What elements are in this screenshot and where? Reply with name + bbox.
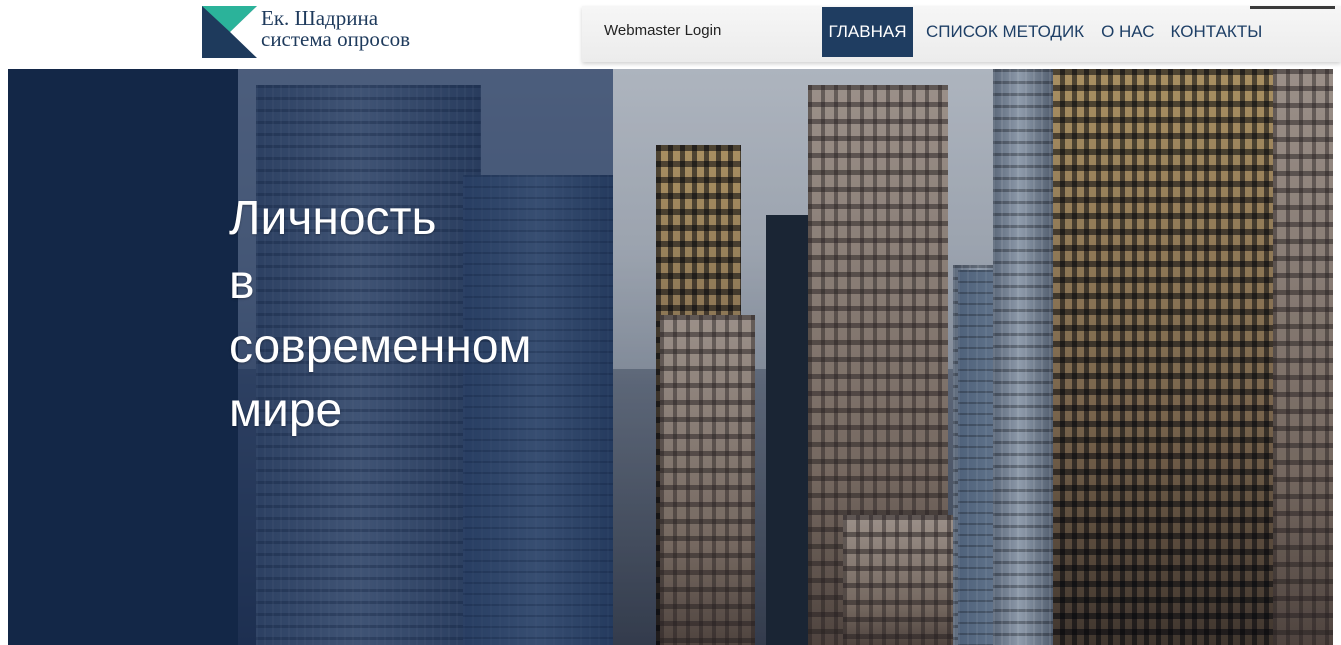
hero-title-line: Личность <box>229 192 437 245</box>
hero-title-line: в <box>229 256 255 309</box>
hero-title-line: мире <box>229 384 343 437</box>
logo-mark-icon <box>202 6 257 58</box>
hero-title-line: современном <box>229 320 532 373</box>
nav-item-methods[interactable]: СПИСОК МЕТОДИК <box>918 7 1092 57</box>
logo-line-1: Ек. Шадрина <box>261 6 379 30</box>
page: Ек. Шадрина система опросов Webmaster Lo… <box>0 0 1341 645</box>
hero-banner: Личность в современном мире <box>8 69 1333 645</box>
site-header: Ек. Шадрина система опросов Webmaster Lo… <box>0 0 1341 68</box>
main-nav: ГЛАВНАЯ СПИСОК МЕТОДИК О НАС КОНТАКТЫ <box>822 7 1270 57</box>
nav-item-home[interactable]: ГЛАВНАЯ <box>822 7 913 57</box>
nav-item-contacts[interactable]: КОНТАКТЫ <box>1163 7 1271 57</box>
webmaster-login-link[interactable]: Webmaster Login <box>604 22 721 39</box>
logo-text: Ек. Шадрина система опросов <box>261 8 410 50</box>
logo-line-2: система опросов <box>261 27 411 51</box>
logo-link[interactable]: Ек. Шадрина система опросов <box>202 6 410 62</box>
nav-item-about[interactable]: О НАС <box>1093 7 1162 57</box>
hero-title: Личность в современном мире <box>229 187 532 443</box>
